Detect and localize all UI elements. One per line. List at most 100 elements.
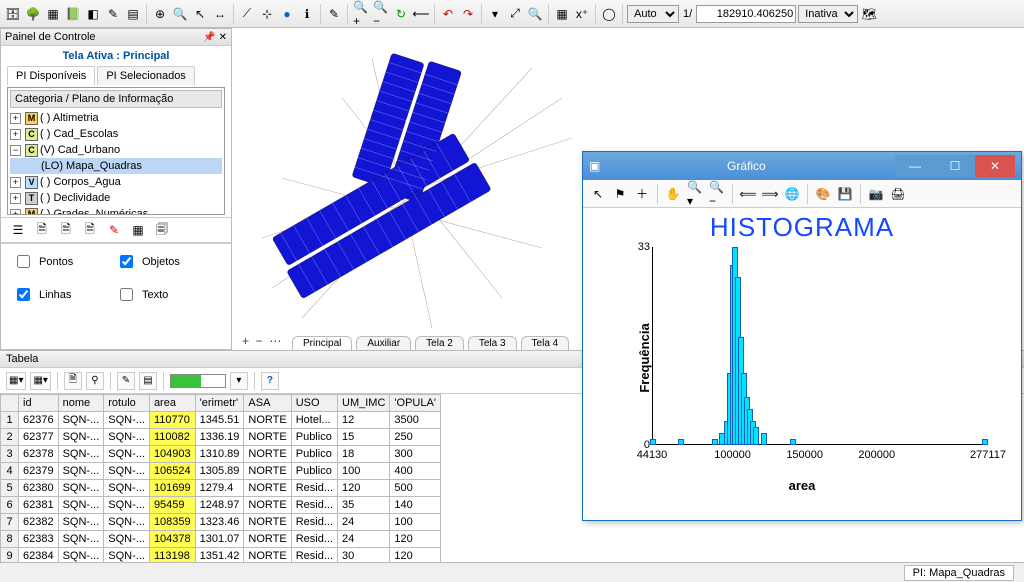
tool-measure-icon[interactable]: ⟋ bbox=[238, 5, 256, 23]
tbl-grid1-icon[interactable]: ▦▾ bbox=[6, 372, 26, 390]
tree-item[interactable]: +M( ) Altimetria bbox=[10, 110, 222, 126]
layer-tree[interactable]: Categoria / Plano de Informação +M( ) Alt… bbox=[7, 87, 225, 215]
tool-xy-icon[interactable]: x⁺ bbox=[573, 5, 591, 23]
back-icon[interactable]: ⟸ bbox=[739, 185, 757, 203]
tool-pencil-icon[interactable]: ✎ bbox=[104, 5, 122, 23]
pin-icon[interactable]: 📌 bbox=[203, 32, 215, 43]
brush-icon[interactable]: ✎ bbox=[105, 221, 123, 239]
column-header[interactable]: UM_IMC bbox=[338, 395, 390, 412]
tool-book-icon[interactable]: 📗 bbox=[64, 5, 82, 23]
tool-layer-drop-icon[interactable]: ▾ bbox=[486, 5, 504, 23]
tbl-chart-icon[interactable]: ▤ bbox=[139, 372, 157, 390]
tool-cursor-icon[interactable]: ↖ bbox=[191, 5, 209, 23]
tool-fit-icon[interactable]: ⤢ bbox=[506, 5, 524, 23]
column-header[interactable]: 'OPULA' bbox=[390, 395, 441, 412]
tree-item[interactable]: +V( ) Corpos_Agua bbox=[10, 174, 222, 190]
map-tab[interactable]: Principal bbox=[292, 336, 352, 350]
zoom-out-icon[interactable]: 🔍− bbox=[372, 5, 390, 23]
map-tab[interactable]: Auxiliar bbox=[356, 336, 411, 350]
tool-info-icon[interactable]: ℹ bbox=[298, 5, 316, 23]
refresh-icon[interactable]: ↻ bbox=[392, 5, 410, 23]
column-header[interactable]: rotulo bbox=[104, 395, 150, 412]
sheet3-icon[interactable]: 🗎 bbox=[81, 221, 99, 239]
table-row[interactable]: 462379SQN-...SQN-...1065241305.89NORTEPu… bbox=[1, 463, 441, 480]
globe2-icon[interactable]: 🌐 bbox=[783, 185, 801, 203]
check-texto[interactable]: Texto bbox=[116, 285, 219, 304]
tool-zoom3-icon[interactable]: 🔍 bbox=[526, 5, 544, 23]
check-pontos[interactable]: Pontos bbox=[13, 252, 116, 271]
table-row[interactable]: 762382SQN-...SQN-...1083591323.46NORTERe… bbox=[1, 514, 441, 531]
table-icon[interactable]: ▦ bbox=[129, 221, 147, 239]
pan-icon[interactable]: ✋ bbox=[664, 185, 682, 203]
sheet1-icon[interactable]: 🗎 bbox=[33, 221, 51, 239]
tool-doc-icon[interactable]: ▤ bbox=[124, 5, 142, 23]
minimize-button[interactable]: — bbox=[895, 155, 935, 177]
cursor-icon[interactable]: ↖ bbox=[589, 185, 607, 203]
map-tab[interactable]: Tela 2 bbox=[415, 336, 464, 350]
tree-item[interactable]: +M( ) Grades_Numéricas bbox=[10, 206, 222, 215]
tool-unzoom-icon[interactable]: ↔ bbox=[211, 5, 229, 23]
tab-pi-disponiveis[interactable]: PI Disponíveis bbox=[7, 66, 95, 85]
table-row[interactable]: 362378SQN-...SQN-...1049031310.89NORTEPu… bbox=[1, 446, 441, 463]
table-row[interactable]: 562380SQN-...SQN-...1016991279.4NORTERes… bbox=[1, 480, 441, 497]
tool-circle-icon[interactable]: ◯ bbox=[600, 5, 618, 23]
list-icon[interactable]: ☰ bbox=[9, 221, 27, 239]
column-header[interactable]: ASA bbox=[244, 395, 291, 412]
column-header[interactable]: nome bbox=[58, 395, 104, 412]
tbl-filter-icon[interactable]: ⚲ bbox=[86, 372, 104, 390]
tool-pointer-icon[interactable]: ⊹ bbox=[258, 5, 276, 23]
check-objetos[interactable]: Objetos bbox=[116, 252, 219, 271]
column-header[interactable]: USO bbox=[291, 395, 337, 412]
tool-tree-icon[interactable]: 🌳 bbox=[24, 5, 42, 23]
column-header[interactable]: 'erimetr' bbox=[195, 395, 244, 412]
tbl-grid2-icon[interactable]: ▦▾ bbox=[30, 372, 50, 390]
tbl-help-icon[interactable]: ? bbox=[261, 372, 279, 390]
column-header[interactable]: id bbox=[19, 395, 59, 412]
zoomin2-icon[interactable]: 🔍▾ bbox=[686, 185, 704, 203]
tool-target-icon[interactable]: ⊕ bbox=[151, 5, 169, 23]
table-row[interactable]: 162376SQN-...SQN-...1107701345.51NORTEHo… bbox=[1, 412, 441, 429]
doc-icon[interactable]: 🗐 bbox=[153, 221, 171, 239]
table-row[interactable]: 662381SQN-...SQN-...954591248.97NORTERes… bbox=[1, 497, 441, 514]
tool-db-icon[interactable]: 🗄 bbox=[4, 5, 22, 23]
close-button[interactable]: ✕ bbox=[975, 155, 1015, 177]
tool-layers-icon[interactable]: ▦ bbox=[44, 5, 62, 23]
map-zoom-buttons[interactable]: + − ⋯ bbox=[242, 334, 281, 348]
maximize-button[interactable]: ☐ bbox=[935, 155, 975, 177]
sheet2-icon[interactable]: 🗎 bbox=[57, 221, 75, 239]
map-tab[interactable]: Tela 3 bbox=[468, 336, 517, 350]
table-row[interactable]: 962384SQN-...SQN-...1131981351.42NORTERe… bbox=[1, 548, 441, 563]
tbl-progress-drop[interactable]: ▾ bbox=[230, 372, 248, 390]
data-table[interactable]: idnomerotuloarea'erimetr'ASAUSOUM_IMC'OP… bbox=[0, 394, 441, 562]
coord-input[interactable] bbox=[696, 5, 796, 23]
tool-eraser-icon[interactable]: ◧ bbox=[84, 5, 102, 23]
tool-globe-icon[interactable]: ● bbox=[278, 5, 296, 23]
flag-icon[interactable]: ⚑ bbox=[611, 185, 629, 203]
close-panel-icon[interactable]: ✕ bbox=[219, 32, 227, 43]
tbl-sheet-icon[interactable]: 🗎 bbox=[64, 372, 82, 390]
palette-icon[interactable]: 🎨 bbox=[814, 185, 832, 203]
undo-icon[interactable]: ↶ bbox=[439, 5, 457, 23]
table-row[interactable]: 862383SQN-...SQN-...1043781301.07NORTERe… bbox=[1, 531, 441, 548]
tool-zoomarea-icon[interactable]: 🔍 bbox=[171, 5, 189, 23]
tree-item-child[interactable]: (LO) Mapa_Quadras bbox=[10, 158, 222, 174]
tool-grid-icon[interactable]: ▦ bbox=[553, 5, 571, 23]
tree-item[interactable]: −C(V) Cad_Urbano bbox=[10, 142, 222, 158]
redo-icon[interactable]: ↷ bbox=[459, 5, 477, 23]
tool-edit-icon[interactable]: ✎ bbox=[325, 5, 343, 23]
camera-icon[interactable]: 📷 bbox=[867, 185, 885, 203]
tbl-edit-icon[interactable]: ✎ bbox=[117, 372, 135, 390]
chart-window[interactable]: ▣ Gráfico — ☐ ✕ ↖ ⚑ ＋ ✋ 🔍▾ 🔍− ⟸ ⟹ 🌐 🎨 💾 … bbox=[582, 151, 1022, 521]
crosshair-icon[interactable]: ＋ bbox=[633, 185, 651, 203]
column-header[interactable]: area bbox=[149, 395, 195, 412]
tool-mapicon[interactable]: 🗺 bbox=[860, 5, 878, 23]
map-tab[interactable]: Tela 4 bbox=[521, 336, 570, 350]
prev-view-icon[interactable]: ⟵ bbox=[412, 5, 430, 23]
tree-header[interactable]: Categoria / Plano de Informação bbox=[10, 90, 222, 108]
chart-titlebar[interactable]: ▣ Gráfico — ☐ ✕ bbox=[583, 152, 1021, 180]
tree-item[interactable]: +T( ) Declividade bbox=[10, 190, 222, 206]
auto-select[interactable]: Auto bbox=[627, 5, 679, 23]
table-row[interactable]: 262377SQN-...SQN-...1100821336.19NORTEPu… bbox=[1, 429, 441, 446]
state-select[interactable]: Inativa bbox=[798, 5, 858, 23]
tab-pi-selecionados[interactable]: PI Selecionados bbox=[97, 66, 195, 85]
